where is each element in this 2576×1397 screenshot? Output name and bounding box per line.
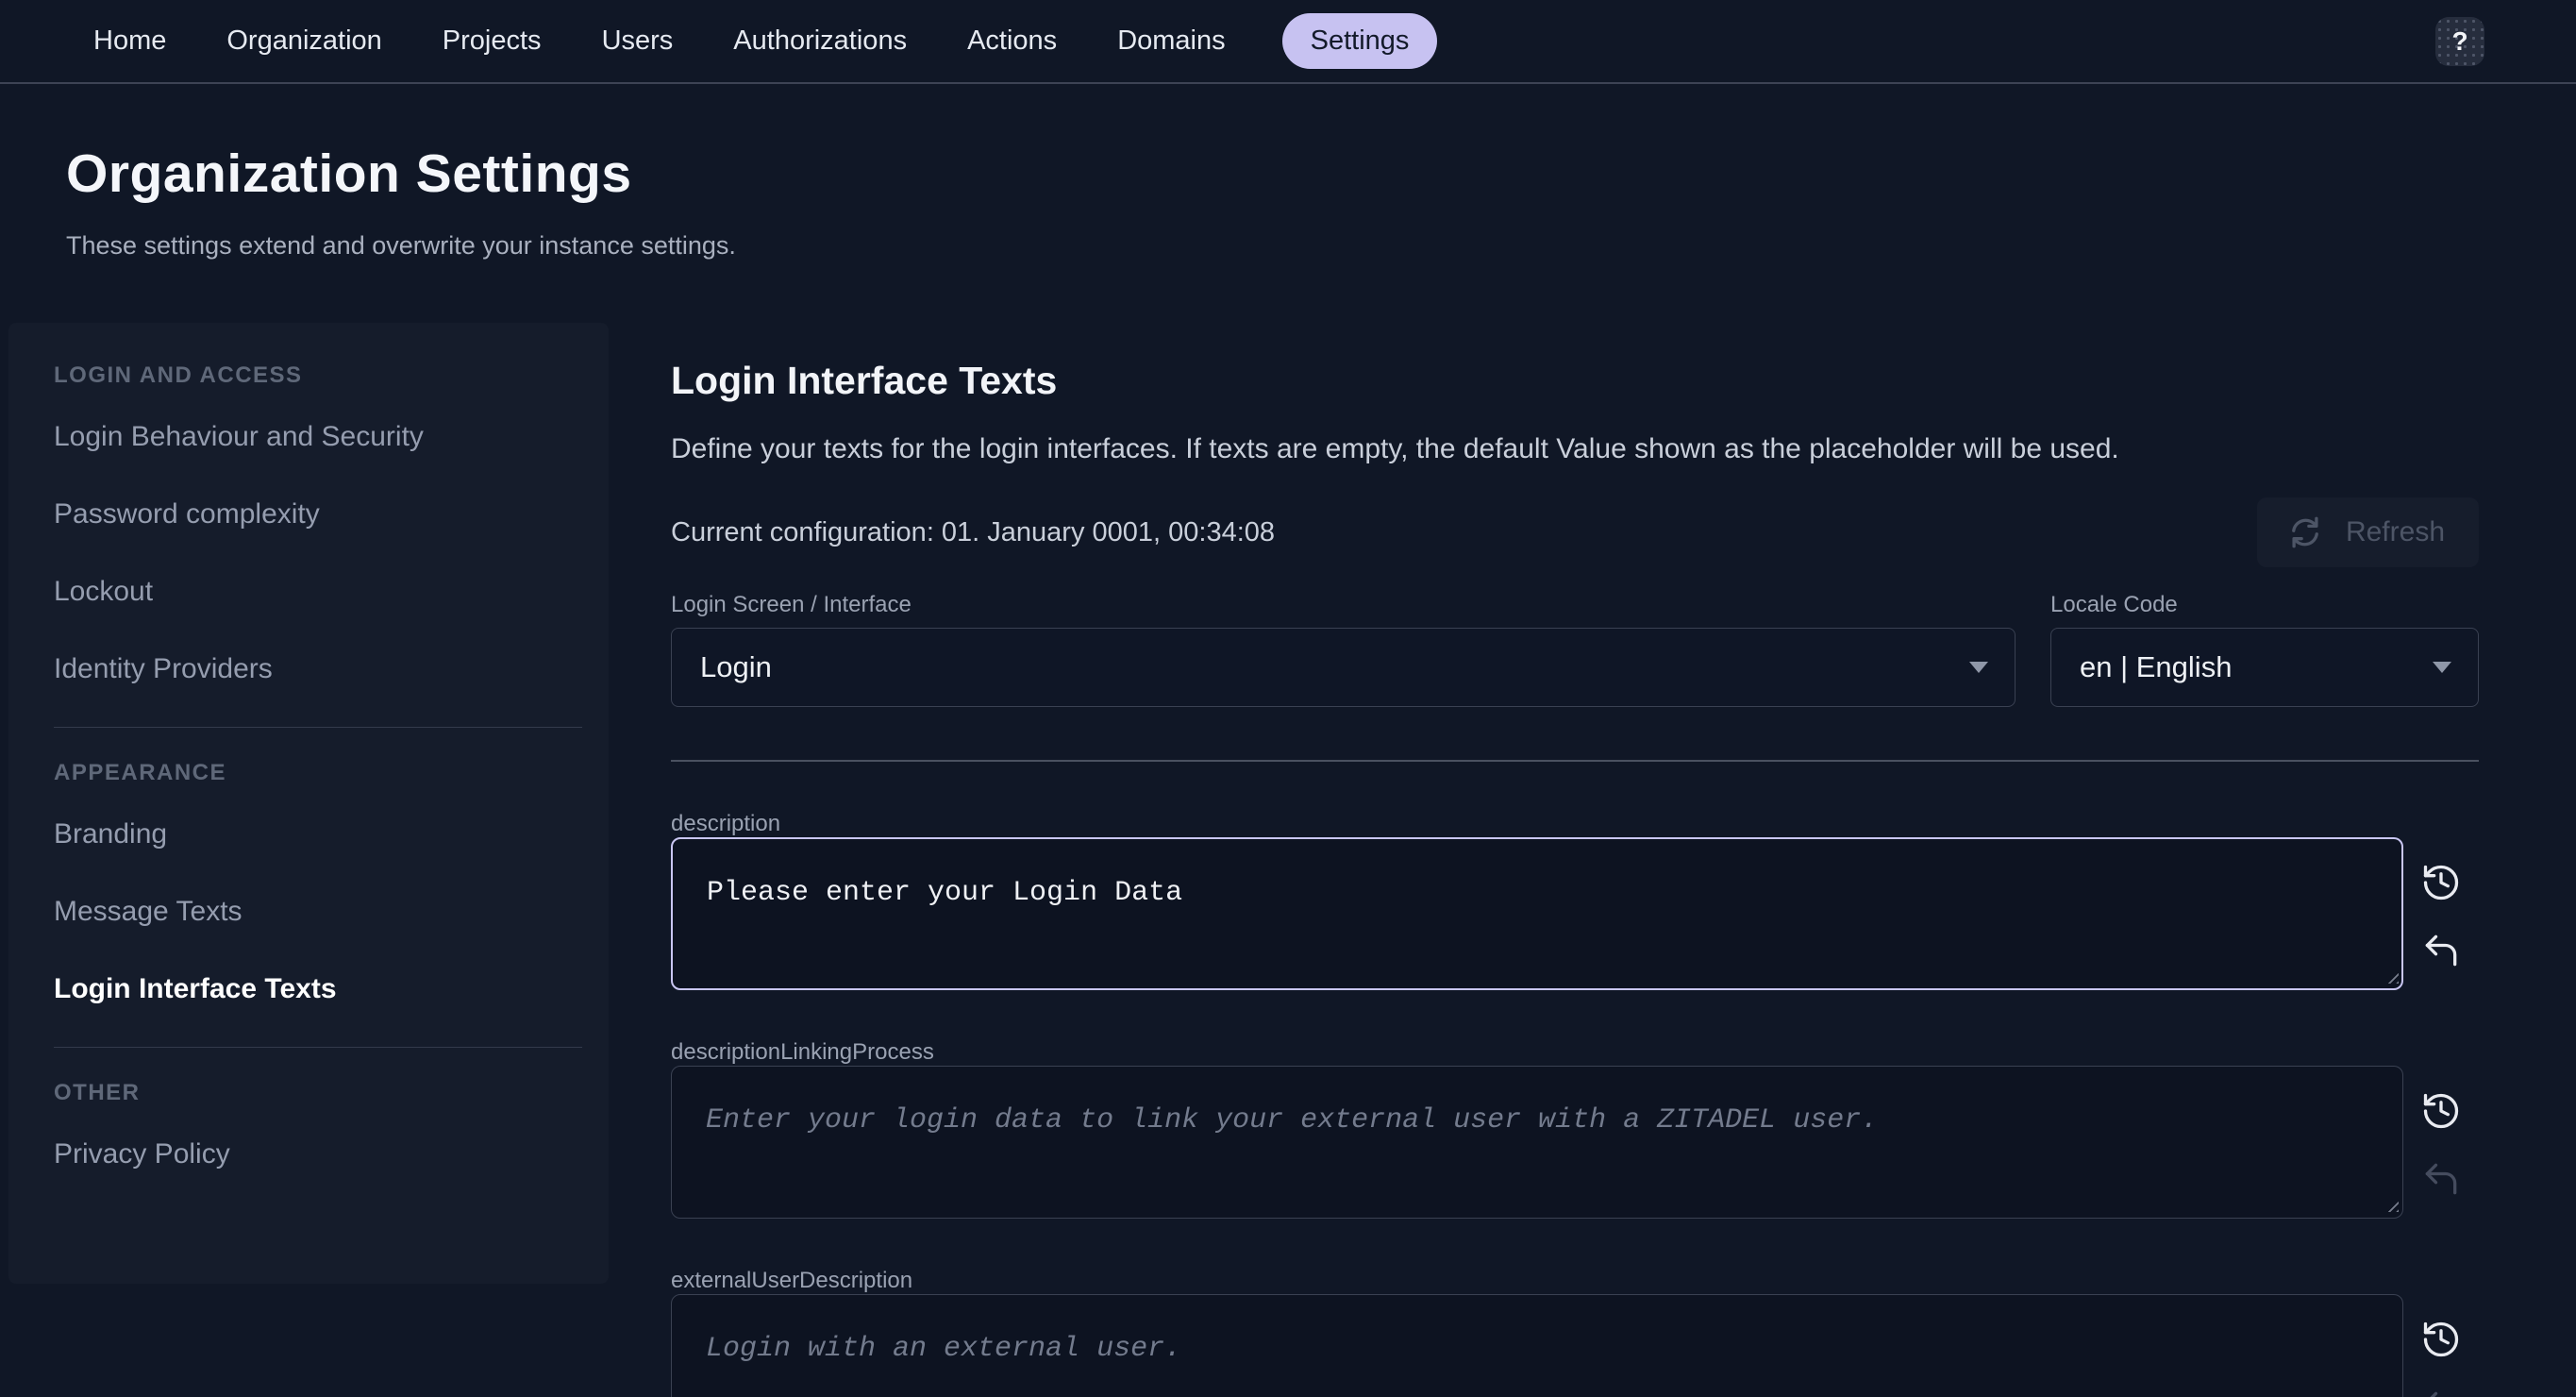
sidebar-item-lockout[interactable]: Lockout <box>54 553 582 631</box>
history-icon <box>2420 1090 2462 1132</box>
section-title: Login Interface Texts <box>671 359 2479 403</box>
refresh-icon <box>2285 513 2325 552</box>
history-icon <box>2420 1319 2462 1360</box>
sidebar-item-message-texts[interactable]: Message Texts <box>54 873 582 951</box>
login-screen-select-label: Login Screen / Interface <box>671 592 2016 618</box>
description-linking-process-textarea[interactable] <box>671 1066 2403 1219</box>
nav-item-authorizations[interactable]: Authorizations <box>729 14 911 68</box>
sidebar-item-branding[interactable]: Branding <box>54 796 582 873</box>
login-interface-texts-panel: Login Interface Texts Define your texts … <box>671 323 2479 1397</box>
external-user-description-field-actions <box>2403 1294 2479 1397</box>
page-subtitle: These settings extend and overwrite your… <box>66 231 2510 261</box>
field-description: description Please enter your Login Data <box>671 811 2479 990</box>
locale-select-group: Locale Code en | English <box>2050 592 2479 707</box>
refresh-button[interactable]: Refresh <box>2257 497 2479 567</box>
settings-sidebar: LOGIN AND ACCESS Login Behaviour and Sec… <box>8 323 609 1284</box>
locale-select-label: Locale Code <box>2050 592 2479 618</box>
locale-select[interactable]: en | English <box>2050 628 2479 707</box>
description-linking-process-field-actions <box>2403 1066 2479 1219</box>
sidebar-section-title-login-and-access: LOGIN AND ACCESS <box>54 362 582 389</box>
nav-item-users[interactable]: Users <box>598 14 677 68</box>
sidebar-section-title-appearance: APPEARANCE <box>54 760 582 786</box>
dropdown-arrow-icon <box>2433 662 2451 673</box>
sidebar-item-identity-providers[interactable]: Identity Providers <box>54 631 582 708</box>
selectors-row: Login Screen / Interface Login Locale Co… <box>671 592 2479 707</box>
undo-button[interactable] <box>2418 1385 2464 1397</box>
current-configuration-text: Current configuration: 01. January 0001,… <box>671 517 1275 548</box>
question-mark-icon: ? <box>2451 26 2467 57</box>
nav-item-home[interactable]: Home <box>90 14 170 68</box>
nav-item-settings[interactable]: Settings <box>1282 13 1438 69</box>
description-textarea[interactable]: Please enter your Login Data <box>671 837 2403 990</box>
sidebar-divider <box>54 1047 582 1048</box>
undo-button[interactable] <box>2418 928 2464 973</box>
sidebar-item-password-complexity[interactable]: Password complexity <box>54 476 582 553</box>
section-description: Define your texts for the login interfac… <box>671 433 2479 465</box>
restore-default-button[interactable] <box>2418 1088 2464 1134</box>
history-icon <box>2420 862 2462 903</box>
dropdown-arrow-icon <box>1969 662 1988 673</box>
sidebar-section-title-other: OTHER <box>54 1080 582 1106</box>
main-navigation: Home Organization Projects Users Authori… <box>90 13 1437 69</box>
settings-layout: LOGIN AND ACCESS Login Behaviour and Sec… <box>0 323 2576 1397</box>
help-button[interactable]: ? <box>2435 17 2484 66</box>
field-external-user-description: externalUserDescription <box>671 1268 2479 1397</box>
undo-icon <box>2420 1158 2462 1200</box>
login-screen-select-value: Login <box>700 650 1969 684</box>
locale-select-value: en | English <box>2080 650 2433 684</box>
description-field-label: description <box>671 811 780 836</box>
sidebar-divider <box>54 727 582 728</box>
top-nav: Home Organization Projects Users Authori… <box>0 0 2576 84</box>
sidebar-item-login-interface-texts[interactable]: Login Interface Texts <box>54 951 582 1028</box>
nav-item-domains[interactable]: Domains <box>1113 14 1229 68</box>
login-screen-select-group: Login Screen / Interface Login <box>671 592 2016 707</box>
nav-item-actions[interactable]: Actions <box>963 14 1061 68</box>
login-screen-select[interactable]: Login <box>671 628 2016 707</box>
external-user-description-field-label: externalUserDescription <box>671 1268 912 1293</box>
section-divider <box>671 760 2479 762</box>
restore-default-button[interactable] <box>2418 1317 2464 1362</box>
restore-default-button[interactable] <box>2418 860 2464 905</box>
configuration-row: Current configuration: 01. January 0001,… <box>671 497 2479 567</box>
undo-icon <box>2420 930 2462 971</box>
nav-item-projects[interactable]: Projects <box>439 14 545 68</box>
sidebar-item-login-behaviour-and-security[interactable]: Login Behaviour and Security <box>54 398 582 476</box>
field-description-linking-process: descriptionLinkingProcess <box>671 1039 2479 1219</box>
description-field-actions <box>2403 837 2479 990</box>
sidebar-item-privacy-policy[interactable]: Privacy Policy <box>54 1116 582 1193</box>
description-linking-process-field-label: descriptionLinkingProcess <box>671 1039 934 1065</box>
refresh-button-label: Refresh <box>2346 516 2445 548</box>
page-header: Organization Settings These settings ext… <box>0 84 2576 261</box>
undo-button[interactable] <box>2418 1156 2464 1202</box>
nav-item-organization[interactable]: Organization <box>223 14 385 68</box>
external-user-description-textarea[interactable] <box>671 1294 2403 1397</box>
undo-icon <box>2420 1387 2462 1397</box>
page-title: Organization Settings <box>66 143 2510 205</box>
